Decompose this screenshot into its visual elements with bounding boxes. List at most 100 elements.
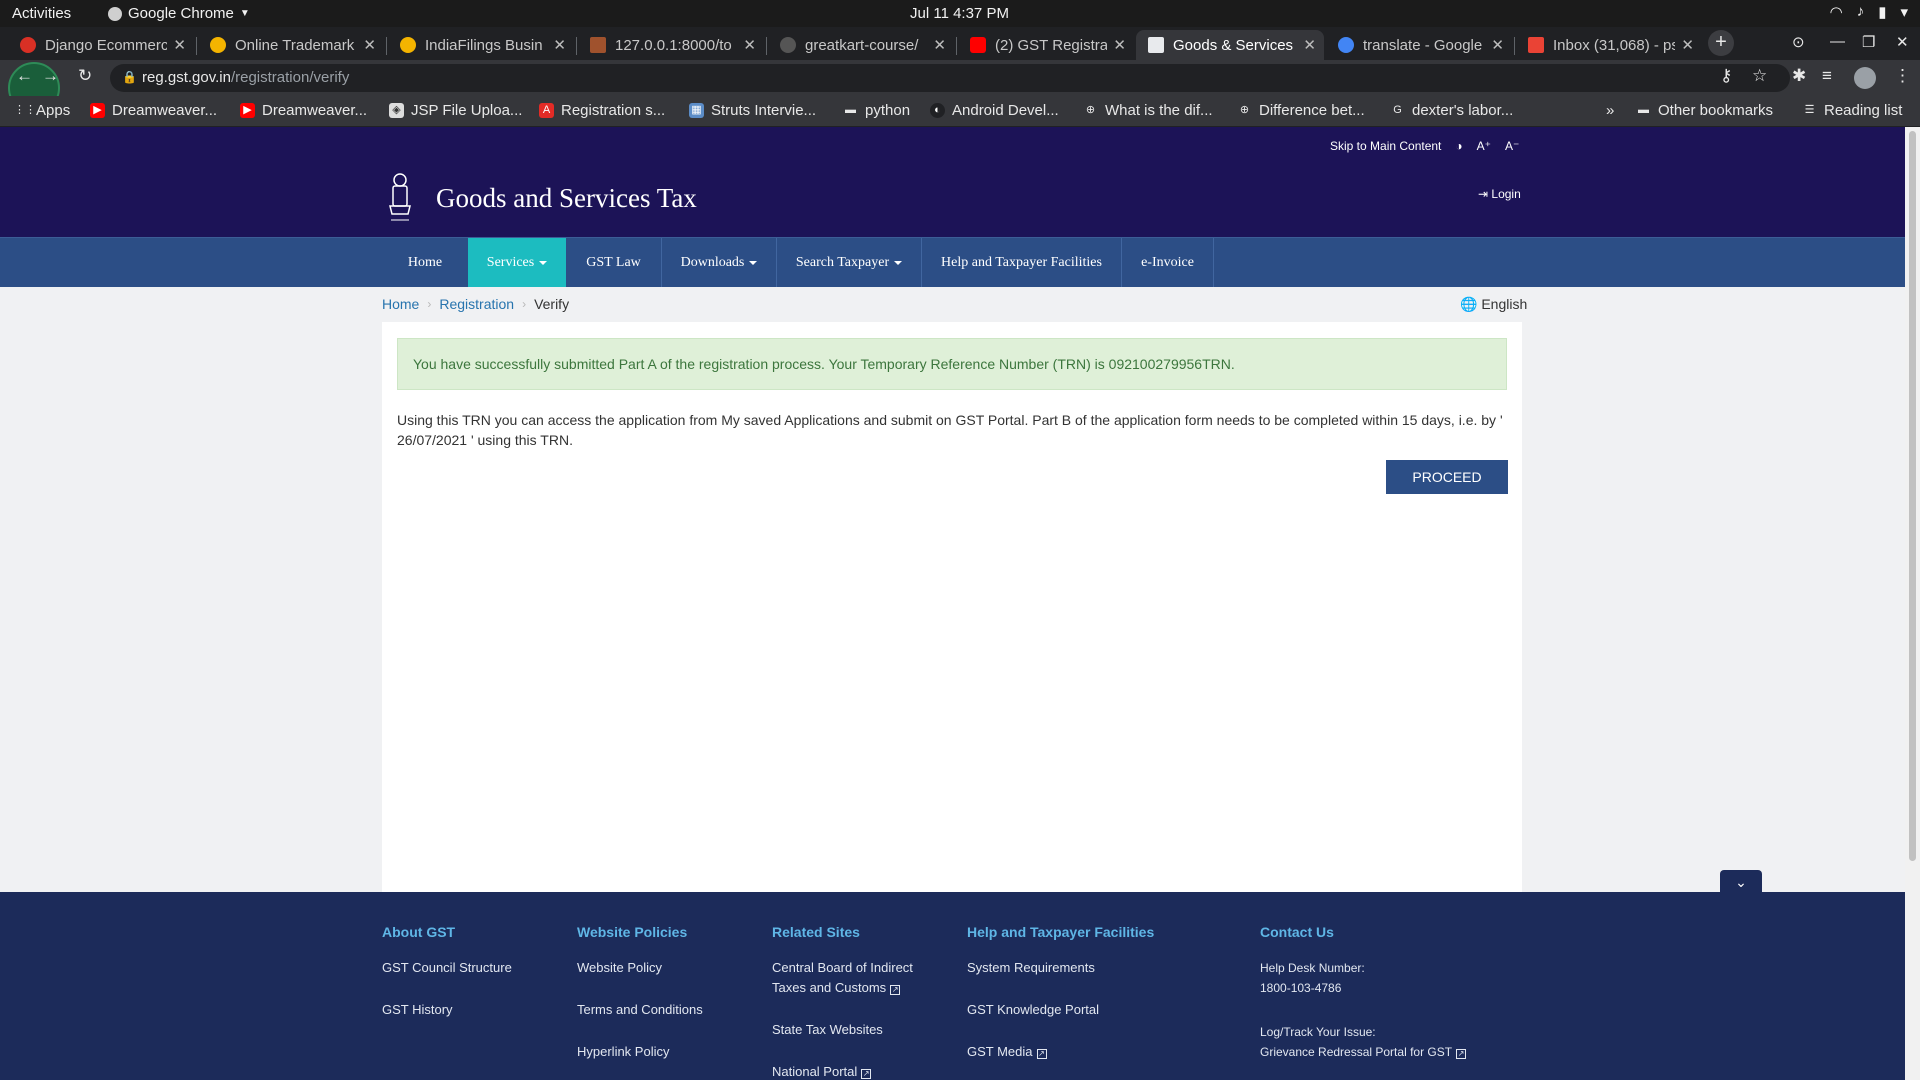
- external-link-icon: ↗: [1036, 1049, 1047, 1059]
- activities-button[interactable]: Activities: [12, 5, 71, 22]
- bookmark-folder-python[interactable]: ▬ python: [843, 102, 910, 119]
- grievance-portal-link[interactable]: Grievance Redressal Portal for GST ↗: [1260, 1042, 1520, 1062]
- minimize-icon[interactable]: —: [1830, 33, 1845, 50]
- bookmark-star-icon[interactable]: ☆: [1752, 66, 1767, 86]
- scrollbar-thumb[interactable]: [1909, 131, 1916, 861]
- tab-online-trademark[interactable]: Online Trademark ✕: [198, 30, 384, 60]
- maximize-icon[interactable]: ❐: [1862, 33, 1875, 51]
- breadcrumb-home[interactable]: Home: [382, 296, 419, 312]
- close-icon[interactable]: ✕: [553, 36, 566, 54]
- bookmark-apps[interactable]: ⋮⋮ Apps: [14, 102, 70, 119]
- lock-icon[interactable]: 🔒: [122, 70, 137, 84]
- close-window-icon[interactable]: ✕: [1896, 33, 1909, 51]
- tab-localhost[interactable]: 127.0.0.1:8000/to ✕: [578, 30, 764, 60]
- font-decrease-button[interactable]: A⁻: [1505, 139, 1519, 153]
- footer-link[interactable]: Website Policy: [577, 958, 757, 978]
- footer-link[interactable]: GST Knowledge Portal: [967, 1000, 1197, 1020]
- tab-title: Inbox (31,068) - ps: [1553, 36, 1676, 54]
- font-increase-button[interactable]: A⁺: [1477, 139, 1491, 153]
- language-selector[interactable]: 🌐 English: [1460, 296, 1527, 313]
- tab-title: (2) GST Registratic: [995, 36, 1108, 54]
- close-icon[interactable]: ✕: [1491, 36, 1504, 54]
- close-icon[interactable]: ✕: [363, 36, 376, 54]
- extensions-icon[interactable]: ✱: [1792, 66, 1806, 86]
- bookmark-what-is-diff[interactable]: ⊕ What is the dif...: [1083, 102, 1213, 119]
- address-bar[interactable]: 🔒 reg.gst.gov.in/registration/verify: [110, 64, 1790, 92]
- footer-heading: Help and Taxpayer Facilities: [967, 924, 1155, 940]
- footer-link[interactable]: Terms and Conditions: [577, 1000, 757, 1020]
- tab-gmail-inbox[interactable]: Inbox (31,068) - ps ✕: [1516, 30, 1702, 60]
- close-icon[interactable]: ✕: [173, 36, 186, 54]
- nav-home[interactable]: Home: [382, 238, 468, 288]
- close-icon[interactable]: ✕: [1303, 36, 1316, 54]
- footer-link[interactable]: State Tax Websites: [772, 1020, 932, 1040]
- footer-link[interactable]: GST Council Structure: [382, 958, 562, 978]
- back-icon[interactable]: ←: [16, 66, 33, 86]
- bookmark-difference[interactable]: ⊕ Difference bet...: [1237, 102, 1365, 119]
- reading-list[interactable]: ☰ Reading list: [1802, 102, 1903, 119]
- skip-to-main-link[interactable]: Skip to Main Content: [1330, 139, 1441, 153]
- bookmark-dreamweaver-2[interactable]: ▶ Dreamweaver...: [240, 102, 367, 119]
- close-icon[interactable]: ✕: [1681, 36, 1694, 54]
- contrast-icon[interactable]: ◑: [1455, 139, 1462, 153]
- bookmark-registration[interactable]: A Registration s...: [539, 102, 665, 119]
- breadcrumb-registration[interactable]: Registration: [439, 296, 514, 312]
- footer-link[interactable]: GST Media ↗: [967, 1042, 1197, 1062]
- bookmark-struts[interactable]: ▦ Struts Intervie...: [689, 102, 816, 119]
- app-menu[interactable]: Google Chrome ▼: [108, 5, 250, 22]
- login-link[interactable]: ⇥ Login: [1478, 187, 1521, 201]
- nav-einvoice[interactable]: e-Invoice: [1122, 238, 1214, 288]
- key-icon[interactable]: ⚷: [1720, 66, 1732, 86]
- nav-gst-law[interactable]: GST Law: [566, 238, 662, 288]
- close-icon[interactable]: ✕: [933, 36, 946, 54]
- forward-icon[interactable]: →: [42, 66, 59, 86]
- globe-icon: ⊕: [1239, 104, 1250, 116]
- nav-help-facilities[interactable]: Help and Taxpayer Facilities: [922, 238, 1122, 288]
- footer-link[interactable]: GST History: [382, 1000, 562, 1020]
- app-name: Google Chrome: [128, 5, 234, 22]
- tab-title: Django Ecommerc: [45, 36, 168, 54]
- new-tab-button[interactable]: +: [1708, 30, 1734, 56]
- footer-link[interactable]: National Portal ↗: [772, 1062, 932, 1080]
- tab-youtube-gst-registration[interactable]: (2) GST Registratic ✕: [958, 30, 1134, 60]
- tab-google-translate[interactable]: translate - Google ✕: [1326, 30, 1512, 60]
- footer-link[interactable]: System Requirements: [967, 958, 1197, 978]
- nav-downloads[interactable]: Downloads: [662, 238, 777, 288]
- close-icon[interactable]: ✕: [1113, 36, 1126, 54]
- bookmark-dreamweaver-1[interactable]: ▶ Dreamweaver...: [90, 102, 217, 119]
- tab-indiafilings[interactable]: IndiaFilings Busin ✕: [388, 30, 574, 60]
- bookmark-dexter[interactable]: Gdexter's labor...: [1390, 102, 1513, 119]
- bookmark-other[interactable]: ▬ Other bookmarks: [1636, 102, 1773, 119]
- page-scrollbar[interactable]: [1905, 127, 1920, 1080]
- footer-heading: Related Sites: [772, 924, 860, 940]
- tab-search-icon[interactable]: ⊙: [1792, 33, 1805, 51]
- bookmark-jsp-upload[interactable]: ◈ JSP File Uploa...: [389, 102, 522, 119]
- tab-title: greatkart-course/: [805, 36, 919, 54]
- footer-link[interactable]: Central Board of Indirect Taxes and Cust…: [772, 958, 932, 998]
- system-tray[interactable]: ◠ ♪ ▮ ▾: [1830, 3, 1908, 21]
- tab-title: Goods & Services T: [1173, 36, 1298, 54]
- chrome-icon: [108, 6, 122, 21]
- tab-goods-services-active[interactable]: Goods & Services T ✕: [1136, 30, 1324, 60]
- tab-github-greatkart[interactable]: greatkart-course/ ✕: [768, 30, 954, 60]
- reload-icon[interactable]: ↻: [78, 66, 92, 86]
- site-title[interactable]: Goods and Services Tax: [436, 183, 697, 214]
- nav-search-taxpayer[interactable]: Search Taxpayer: [777, 238, 922, 288]
- tab-django-ecommerce[interactable]: Django Ecommerc ✕: [8, 30, 194, 60]
- close-icon[interactable]: ✕: [743, 36, 756, 54]
- bookmarks-overflow-icon[interactable]: »: [1606, 102, 1614, 119]
- avatar[interactable]: [1854, 67, 1876, 89]
- proceed-button[interactable]: PROCEED: [1386, 460, 1508, 494]
- footer-link[interactable]: Hyperlink Policy: [577, 1042, 757, 1062]
- chrome-menu-icon[interactable]: ⋮: [1894, 66, 1911, 86]
- clock[interactable]: Jul 11 4:37 PM: [910, 5, 1009, 22]
- chevron-down-icon[interactable]: ⌄: [1720, 870, 1762, 894]
- bookmark-android[interactable]: ◐ Android Devel...: [930, 102, 1059, 119]
- main-content: You have successfully submitted Part A o…: [382, 322, 1522, 892]
- globe-icon: 🌐: [1460, 296, 1478, 312]
- footer-about-gst: About GST GST Council Structure GST Hist…: [382, 924, 562, 1042]
- nav-services[interactable]: Services: [468, 238, 566, 288]
- tab-favicon-icon: [590, 37, 606, 53]
- footer-heading: About GST: [382, 924, 456, 940]
- media-control-icon[interactable]: ≡: [1822, 66, 1832, 86]
